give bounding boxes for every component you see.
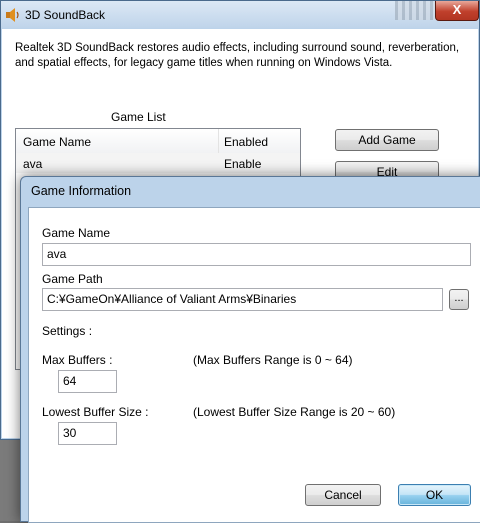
browse-button[interactable]: ... — [449, 289, 469, 310]
titlebar-decoration — [395, 1, 437, 20]
dialog-title: Game Information — [31, 184, 132, 198]
description-text: Realtek 3D SoundBack restores audio effe… — [15, 42, 460, 69]
speaker-icon — [5, 7, 21, 23]
add-game-button[interactable]: Add Game — [335, 129, 439, 151]
game-name-cell: ava — [23, 157, 43, 171]
game-name-input[interactable]: ava — [42, 243, 471, 266]
column-header-game-name[interactable]: Game Name — [23, 135, 91, 149]
lowest-buffer-range-text: (Lowest Buffer Size Range is 20 ~ 60) — [193, 405, 396, 419]
main-titlebar[interactable]: 3D SoundBack X — [1, 1, 479, 28]
settings-label: Settings : — [42, 324, 93, 338]
ok-button[interactable]: OK — [398, 484, 471, 506]
game-list-header: Game Name Enabled — [16, 129, 300, 154]
game-information-dialog: Game Information Game Name ava Game Path… — [20, 176, 480, 523]
game-list-label: Game List — [111, 110, 166, 124]
background-strip — [0, 440, 20, 521]
main-window-title: 3D SoundBack — [25, 8, 106, 22]
max-buffers-range-text: (Max Buffers Range is 0 ~ 64) — [193, 353, 353, 367]
lowest-buffer-size-input[interactable]: 30 — [58, 422, 117, 445]
column-divider[interactable] — [218, 129, 219, 153]
max-buffers-input[interactable]: 64 — [58, 370, 117, 393]
table-row[interactable]: ava Enable — [16, 153, 300, 173]
cancel-button[interactable]: Cancel — [305, 484, 381, 506]
close-icon: X — [452, 2, 462, 17]
game-name-label: Game Name — [42, 226, 111, 240]
close-button[interactable]: X — [435, 1, 479, 21]
game-path-input[interactable]: C:¥GameOn¥Alliance of Valiant Arms¥Binar… — [42, 288, 443, 311]
enabled-cell: Enable — [224, 157, 262, 171]
column-header-enabled[interactable]: Enabled — [224, 135, 268, 149]
lowest-buffer-size-label: Lowest Buffer Size : — [42, 405, 149, 419]
game-path-label: Game Path — [42, 272, 103, 286]
dialog-client-area: Game Name ava Game Path C:¥GameOn¥Allian… — [28, 207, 480, 523]
max-buffers-label: Max Buffers : — [42, 353, 113, 367]
